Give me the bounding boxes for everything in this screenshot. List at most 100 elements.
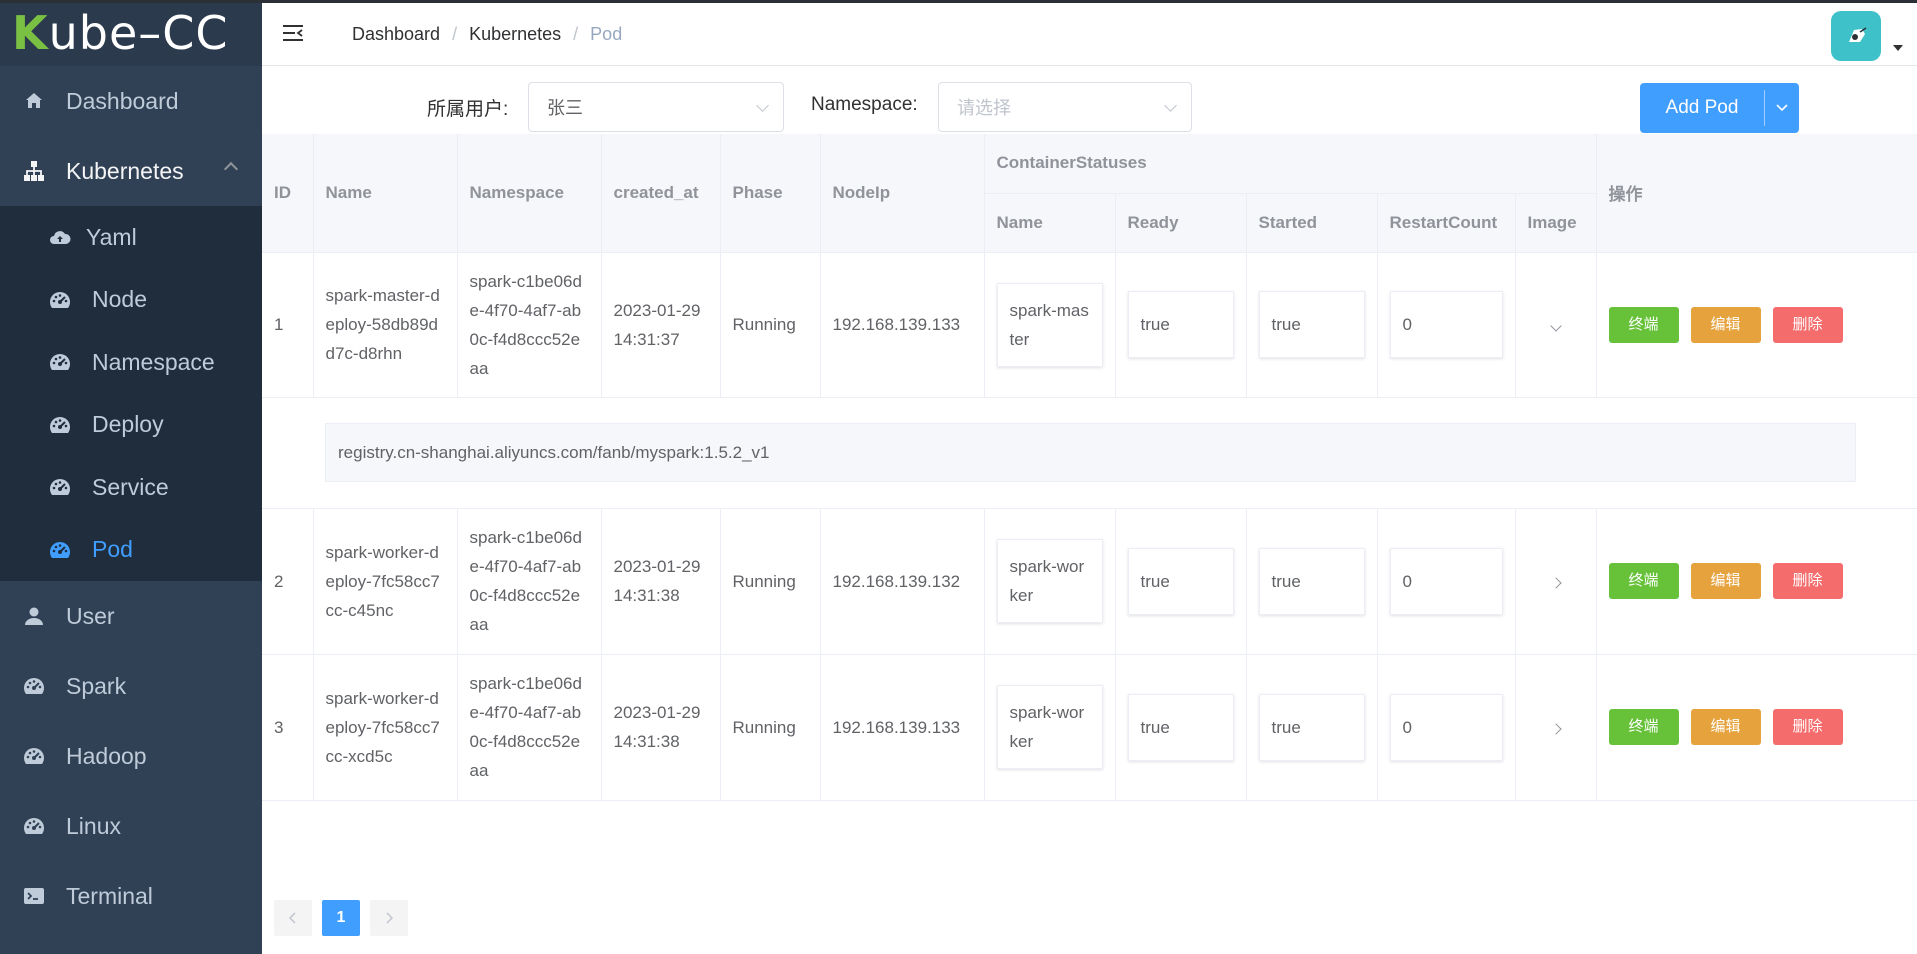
sidebar-item-label: Yaml [86,223,137,250]
sidebar: Kube–CC Dashboard Kubernetes Yaml Node N… [0,0,262,954]
add-pod-button[interactable]: Add Pod [1640,97,1764,119]
namespace-filter-label: Namespace: [811,94,918,115]
col-header-started: Started [1246,193,1378,253]
sidebar-item-label: Hadoop [66,742,147,769]
edit-button[interactable]: 编辑 [1690,306,1761,343]
table-row: 3 spark-worker-deploy-7fc58cc7cc-xcd5c s… [262,654,1917,801]
top-navbar: Dashboard / Kubernetes / Pod [262,3,1917,66]
col-header-restart-count: RestartCount [1377,193,1516,253]
edit-button[interactable]: 编辑 [1690,709,1761,745]
terminal-button[interactable]: 终端 [1608,306,1679,343]
restart-count-box: 0 [1389,547,1503,615]
avatar-dropdown-caret-icon[interactable] [1893,45,1903,51]
dashboard-icon [48,350,72,374]
delete-button[interactable]: 删除 [1772,709,1843,745]
sidebar-item-terminal[interactable]: Terminal [0,861,262,931]
add-pod-split-button: Add Pod [1640,83,1799,133]
chevron-down-icon [1164,99,1177,112]
pagination: 1 [274,900,408,936]
sidebar-item-label: Dashboard [66,87,179,114]
sidebar-item-spark[interactable]: Spark [0,651,262,721]
cell-phase: Running [720,252,821,398]
restart-count-box: 0 [1389,693,1503,761]
col-header-phase: Phase [720,134,821,253]
cell-namespace: spark-c1be06de-4f70-4af7-ab0c-f4d8ccc52e… [457,654,602,801]
sidebar-item-dashboard[interactable]: Dashboard [0,66,262,136]
dashboard-icon [48,538,72,562]
user-icon [22,604,46,628]
sidebar-item-namespace[interactable]: Namespace [0,331,262,394]
chevron-left-icon [289,912,296,924]
container-name-box: spark-worker [996,539,1103,623]
cell-ready: true [1115,508,1247,655]
kubernetes-submenu: Yaml Node Namespace Deploy Service Pod [0,206,262,581]
col-header-nodeip: NodeIp [820,134,985,253]
chevron-right-icon[interactable] [1549,576,1562,589]
cell-container-name: spark-worker [984,654,1116,801]
sidebar-item-service[interactable]: Service [0,456,262,519]
cell-nodeip: 192.168.139.133 [820,654,985,801]
next-page-button[interactable] [370,900,408,936]
delete-button[interactable]: 删除 [1772,306,1843,343]
edit-button[interactable]: 编辑 [1690,563,1761,599]
col-header-name: Name [313,134,458,253]
breadcrumb-dashboard[interactable]: Dashboard [352,24,440,45]
breadcrumb: Dashboard / Kubernetes / Pod [352,24,622,45]
expanded-row: registry.cn-shanghai.aliyuncs.com/fanb/m… [262,397,1917,509]
cell-started: true [1246,654,1378,801]
table-row: 2 spark-worker-deploy-7fc58cc7cc-c45nc s… [262,508,1917,655]
terminal-button[interactable]: 终端 [1608,709,1679,745]
cell-namespace: spark-c1be06de-4f70-4af7-ab0c-f4d8ccc52e… [457,252,602,398]
namespace-select[interactable]: 请选择 [938,82,1192,132]
sidebar-item-pod[interactable]: Pod [0,519,262,582]
cell-phase: Running [720,654,821,801]
collapse-sidebar-icon[interactable] [282,24,306,44]
breadcrumb-separator: / [573,23,579,44]
logo-letter: K [12,6,49,60]
cell-ops: 终端 编辑 删除 [1596,654,1917,801]
cell-image-expand[interactable] [1515,654,1597,801]
expanded-cell: registry.cn-shanghai.aliyuncs.com/fanb/m… [262,397,1917,509]
col-header-container-name: Name [984,193,1116,253]
chevron-down-icon[interactable] [1549,320,1562,332]
sidebar-item-label: User [66,602,115,629]
cell-created-at: 2023-01-29 14:31:37 [601,252,721,398]
user-select[interactable]: 张三 [528,82,784,132]
sidebar-item-label: Kubernetes [66,157,184,184]
sidebar-item-kubernetes[interactable]: Kubernetes [0,136,262,206]
logo-text: ube–CC [48,6,229,60]
cell-id: 1 [262,252,314,398]
col-header-ops: 操作 [1596,134,1917,253]
filter-bar: 所属用户: 张三 Namespace: 请选择 Add Pod [262,66,1917,134]
cell-image-expand[interactable] [1515,508,1597,655]
dashboard-icon [22,674,46,698]
col-header-image: Image [1515,193,1597,253]
avatar[interactable] [1831,11,1881,61]
dashboard-icon [48,288,72,312]
sidebar-item-deploy[interactable]: Deploy [0,394,262,457]
cell-id: 2 [262,508,314,655]
app-logo[interactable]: Kube–CC [0,0,262,66]
image-detail-box: registry.cn-shanghai.aliyuncs.com/fanb/m… [325,423,1857,482]
sidebar-item-yaml[interactable]: Yaml [0,206,262,269]
page-number-button[interactable]: 1 [322,900,360,936]
terminal-button[interactable]: 终端 [1608,563,1679,599]
sidebar-item-label: Terminal [66,882,153,909]
sidebar-item-node[interactable]: Node [0,269,262,332]
sidebar-item-linux[interactable]: Linux [0,791,262,861]
cell-image-expand[interactable] [1515,252,1597,398]
col-header-id: ID [262,134,314,253]
breadcrumb-kubernetes[interactable]: Kubernetes [469,24,561,45]
prev-page-button[interactable] [274,900,312,936]
delete-button[interactable]: 删除 [1772,563,1843,599]
sidebar-item-hadoop[interactable]: Hadoop [0,721,262,791]
add-pod-dropdown-button[interactable] [1765,104,1799,112]
sidebar-item-label: Deploy [92,411,164,438]
cell-nodeip: 192.168.139.132 [820,508,985,655]
sidebar-item-label: Node [92,286,147,313]
cell-created-at: 2023-01-29 14:31:38 [601,654,721,801]
cell-started: true [1246,508,1378,655]
sidebar-item-user[interactable]: User [0,581,262,651]
chevron-right-icon[interactable] [1549,722,1562,735]
dashboard-icon [48,413,72,437]
